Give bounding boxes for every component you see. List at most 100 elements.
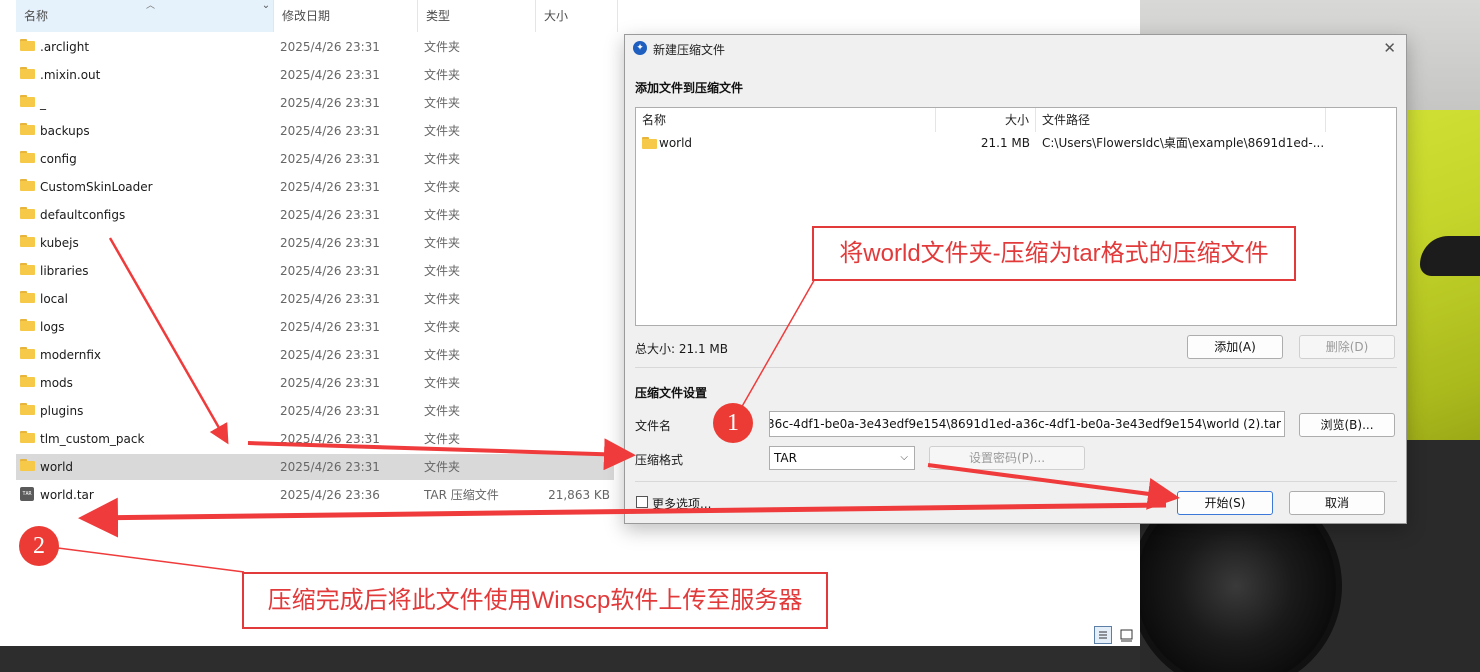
chevron-down-icon[interactable]: ⌄ [258,0,274,11]
list-item[interactable]: local 2025/4/26 23:31 文件夹 [16,286,614,312]
file-name: kubejs [40,236,79,250]
column-name[interactable]: 名称 [16,0,274,32]
column-header: 名称 ︿ ⌄ 修改日期 类型 大小 [0,0,1140,32]
file-list[interactable]: 名称 大小 文件路径 world 21.1 MB C:\Users\Flower… [635,107,1397,326]
format-select[interactable]: TAR ⌵ [769,446,915,470]
modified-date: 2025/4/26 23:36 [280,488,380,502]
list-item[interactable]: defaultconfigs 2025/4/26 23:31 文件夹 [16,202,614,228]
close-icon[interactable]: ✕ [1383,39,1396,57]
folder-icon [20,235,35,247]
sort-ascending-icon: ︿ [146,1,156,11]
column-size[interactable]: 大小 [536,0,618,32]
divider [635,481,1397,482]
file-size: 21,863 KB [548,488,610,502]
set-password-button[interactable]: 设置密码(P)... [929,446,1085,470]
modified-date: 2025/4/26 23:31 [280,320,380,334]
file-type: 文件夹 [424,348,461,362]
list-item[interactable]: TAR world.tar 2025/4/26 23:36 TAR 压缩文件 21,86… [16,482,614,508]
folder-icon [20,291,35,303]
file-name: local [40,292,68,306]
chevron-down-icon: ⌵ [900,452,908,463]
filename-label: 文件名 [635,419,672,433]
more-options-checkbox[interactable] [636,496,648,508]
modified-date: 2025/4/26 23:31 [280,460,380,474]
modified-date: 2025/4/26 23:31 [280,124,380,138]
file-name: tlm_custom_pack [40,432,145,446]
file-type: 文件夹 [424,376,461,390]
list-item[interactable]: plugins 2025/4/26 23:31 文件夹 [16,398,614,424]
file-type: 文件夹 [424,208,461,222]
tar-file-icon: TAR [20,487,35,501]
format-label: 压缩格式 [635,453,684,467]
list-item[interactable]: logs 2025/4/26 23:31 文件夹 [16,314,614,340]
folder-icon [20,123,35,135]
list-item[interactable]: world 2025/4/26 23:31 文件夹 [16,454,614,480]
app-logo-icon: ✦ [633,41,647,55]
file-name: .arclight [40,40,90,54]
file-type: TAR 压缩文件 [424,488,499,502]
modified-date: 2025/4/26 23:31 [280,96,380,110]
file-name: plugins [40,404,84,418]
list-item[interactable]: tlm_custom_pack 2025/4/26 23:31 文件夹 [16,426,614,452]
list-item-size: 21.1 MB [980,136,1030,150]
modified-date: 2025/4/26 23:31 [280,68,380,82]
thumbnail-view-icon[interactable] [1118,626,1136,644]
modified-date: 2025/4/26 23:31 [280,152,380,166]
file-name: _ [40,96,46,110]
file-name: mods [40,376,73,390]
file-type: 文件夹 [424,292,461,306]
browse-button[interactable]: 浏览(B)... [1299,413,1395,437]
file-name: world.tar [40,488,94,502]
delete-button[interactable]: 删除(D) [1299,335,1395,359]
file-name: modernfix [40,348,102,362]
modified-date: 2025/4/26 23:31 [280,180,380,194]
add-button[interactable]: 添加(A) [1187,335,1283,359]
file-name: defaultconfigs [40,208,126,222]
column-type[interactable]: 类型 [418,0,536,32]
dialog-title: 新建压缩文件 [653,43,726,57]
modified-date: 2025/4/26 23:31 [280,40,380,54]
start-button[interactable]: 开始(S) [1177,491,1273,515]
car-headlight [1420,236,1480,276]
divider [635,367,1397,368]
list-item[interactable]: modernfix 2025/4/26 23:31 文件夹 [16,342,614,368]
column-date[interactable]: 修改日期 [274,0,418,32]
taskbar [0,646,1140,672]
section-settings-title: 压缩文件设置 [635,386,708,400]
details-view-icon[interactable] [1094,626,1112,644]
list-item[interactable]: mods 2025/4/26 23:31 文件夹 [16,370,614,396]
file-name: .mixin.out [40,68,101,82]
list-column-name[interactable]: 名称 [636,108,936,132]
total-size: 总大小: 21.1 MB [635,342,728,356]
list-item[interactable]: config 2025/4/26 23:31 文件夹 [16,146,614,172]
file-name: config [40,152,77,166]
modified-date: 2025/4/26 23:31 [280,236,380,250]
file-type: 文件夹 [424,264,461,278]
file-type: 文件夹 [424,460,461,474]
annotation-callout-2: 压缩完成后将此文件使用Winscp软件上传至服务器 [242,572,828,629]
file-type: 文件夹 [424,236,461,250]
list-item[interactable]: libraries 2025/4/26 23:31 文件夹 [16,258,614,284]
folder-icon [20,375,35,387]
list-item[interactable]: backups 2025/4/26 23:31 文件夹 [16,118,614,144]
list-item[interactable]: .mixin.out 2025/4/26 23:31 文件夹 [16,62,614,88]
cancel-button[interactable]: 取消 [1289,491,1385,515]
folder-icon [20,431,35,443]
list-item-path: C:\Users\FlowersIdc\桌面\example\8691d1ed-… [1042,136,1325,150]
filename-field[interactable]: l-a36c-4df1-be0a-3e43edf9e154\8691d1ed-a… [769,411,1285,437]
list-item[interactable]: kubejs 2025/4/26 23:31 文件夹 [16,230,614,256]
list-item[interactable]: world 21.1 MB C:\Users\FlowersIdc\桌面\exa… [636,132,1396,154]
file-type: 文件夹 [424,124,461,138]
folder-icon [20,459,35,471]
folder-icon [20,347,35,359]
list-column-size[interactable]: 大小 [936,108,1036,132]
list-item-name: world [659,136,693,150]
folder-icon [20,95,35,107]
folder-icon [20,179,35,191]
list-item[interactable]: _ 2025/4/26 23:31 文件夹 [16,90,614,116]
list-item[interactable]: .arclight 2025/4/26 23:31 文件夹 [16,34,614,60]
more-options-label[interactable]: 更多选项... [652,495,711,512]
file-type: 文件夹 [424,152,461,166]
list-item[interactable]: CustomSkinLoader 2025/4/26 23:31 文件夹 [16,174,614,200]
list-column-path[interactable]: 文件路径 [1036,108,1326,132]
